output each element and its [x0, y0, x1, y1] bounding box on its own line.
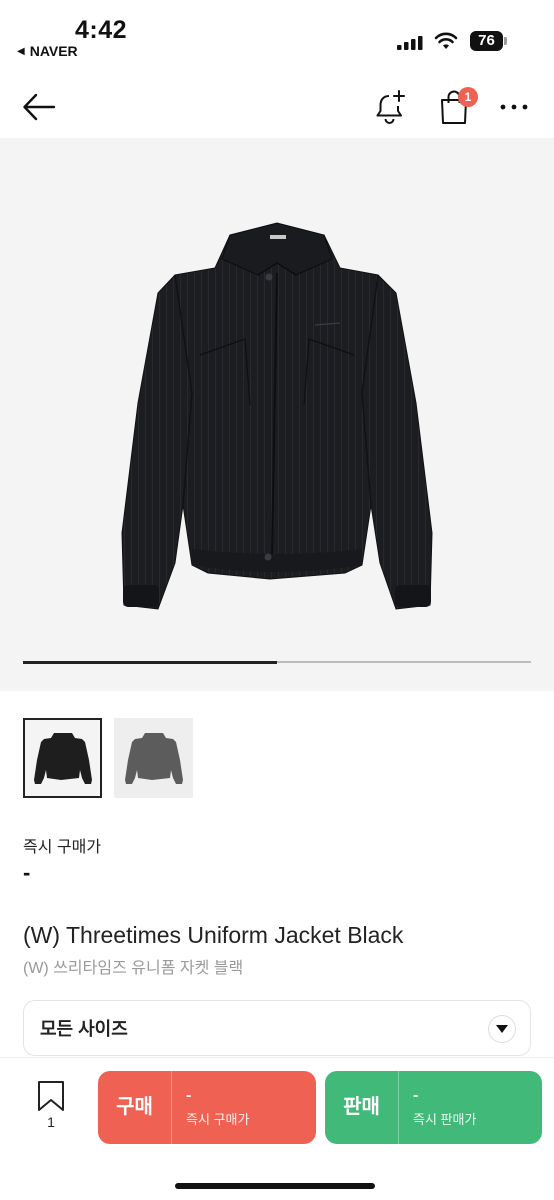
jacket-thumb-black: [33, 733, 92, 784]
sell-label: 판매: [325, 1071, 399, 1144]
thumbnail-gray[interactable]: [114, 718, 193, 798]
wifi-icon: [434, 32, 458, 49]
buy-button[interactable]: 구매 - 즉시 구매가: [98, 1071, 316, 1144]
battery-nub: [504, 37, 507, 45]
back-triangle-icon: ◀: [17, 45, 25, 57]
status-bar: 4:42 ◀ NAVER 76: [0, 0, 554, 70]
thumbnail-black[interactable]: [23, 718, 102, 798]
sell-button[interactable]: 판매 - 즉시 판매가: [325, 1071, 542, 1144]
bag-count-badge: 1: [458, 87, 478, 107]
chevron-down-icon: [488, 1015, 516, 1043]
status-time: 4:42: [75, 16, 128, 44]
sell-caption: 즉시 판매가: [413, 1112, 477, 1127]
instant-buy-price-label: 즉시 구매가: [23, 839, 102, 856]
battery-indicator: 76: [470, 31, 508, 51]
jacket-thumb-gray: [124, 733, 183, 784]
instant-buy-price-value: -: [23, 860, 31, 885]
bookmark-button[interactable]: 1: [30, 1080, 72, 1136]
buy-price: -: [186, 1087, 192, 1104]
alert-add-button[interactable]: [372, 87, 410, 127]
size-selector[interactable]: 모든 사이즈: [23, 1000, 531, 1056]
carousel-progress: [23, 660, 531, 664]
bell-plus-icon: [376, 90, 405, 124]
back-button[interactable]: [20, 88, 58, 126]
back-app-label: NAVER: [29, 43, 78, 59]
home-indicator: [175, 1183, 375, 1189]
sell-price: -: [413, 1087, 419, 1104]
more-options-button[interactable]: [497, 92, 531, 122]
battery-level: 76: [470, 31, 503, 51]
buy-caption: 즉시 구매가: [186, 1112, 250, 1127]
cellular-signal-icon: [397, 36, 423, 50]
size-selector-label: 모든 사이즈: [40, 1019, 128, 1039]
back-arrow-icon: [23, 93, 56, 121]
product-image-carousel[interactable]: [0, 138, 554, 691]
back-to-app-link[interactable]: ◀ NAVER: [17, 43, 78, 59]
bottom-action-bar: 1 구매 - 즉시 구매가 판매 - 즉시 판매가: [0, 1057, 554, 1200]
product-title-en: (W) Threetimes Uniform Jacket Black: [23, 922, 404, 948]
thumbnail-strip: [23, 718, 193, 798]
bookmark-count: 1: [47, 1114, 55, 1130]
carousel-progress-fill: [23, 660, 277, 664]
jacket-image: [121, 222, 433, 610]
product-title-ko: (W) 쓰리타임즈 유니폼 자켓 블랙: [23, 960, 244, 977]
buy-label: 구매: [98, 1071, 172, 1144]
bookmark-icon: [38, 1081, 64, 1111]
more-icon: [500, 104, 528, 110]
